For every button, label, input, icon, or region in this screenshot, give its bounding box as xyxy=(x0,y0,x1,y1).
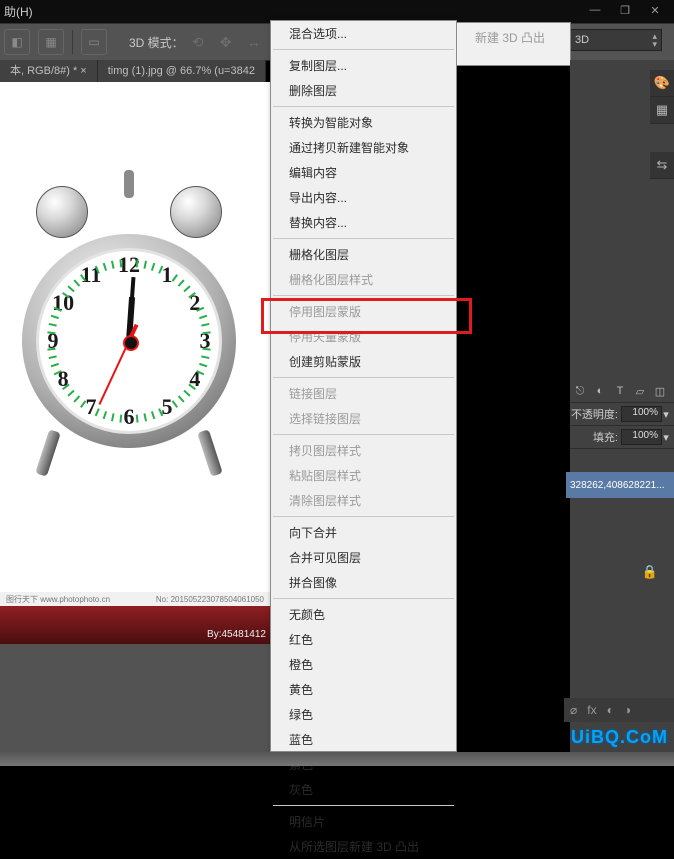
canvas-area: 121234567891011 图行天下 www.photophoto.cn N… xyxy=(0,82,270,752)
fx-icon[interactable]: fx xyxy=(587,703,596,717)
menu-item: 链接图层 xyxy=(271,381,456,406)
bottom-strip xyxy=(0,752,674,766)
smart-icon[interactable]: ◫ xyxy=(652,383,668,399)
tool-icon[interactable]: ◧ xyxy=(4,29,30,55)
watermark-logo: UiBQ.CoM xyxy=(571,727,668,748)
menu-help[interactable]: 助(H) xyxy=(4,3,33,20)
fill-row: 填充: 100% ▾ xyxy=(570,426,674,449)
menu-item[interactable]: 合并可见图层 xyxy=(271,545,456,570)
opacity-input[interactable]: 100% xyxy=(621,406,662,422)
menu-item: 清除图层样式 xyxy=(271,488,456,513)
menu-separator xyxy=(273,377,454,378)
layers-footer: ⌀ fx ◐ ◑ xyxy=(564,698,674,722)
mask-icon[interactable]: ◐ xyxy=(607,703,614,717)
clock-numeral: 5 xyxy=(162,394,173,420)
fx-icon[interactable]: ◐ xyxy=(592,383,608,399)
menu-item[interactable]: 创建剪贴蒙版 xyxy=(271,349,456,374)
menu-item: 栅格化图层样式 xyxy=(271,267,456,292)
menu-item: 拷贝图层样式 xyxy=(271,438,456,463)
menu-item[interactable]: 删除图层 xyxy=(271,78,456,103)
byline: By:45481412 xyxy=(207,629,266,640)
menu-item[interactable]: 橙色 xyxy=(271,652,456,677)
close-button[interactable]: ✕ xyxy=(642,2,668,18)
menu-separator xyxy=(273,295,454,296)
menu-item: 选择链接图层 xyxy=(271,406,456,431)
chevron-down-icon[interactable]: ▾ xyxy=(662,431,670,444)
menu-item[interactable]: 向下合并 xyxy=(271,520,456,545)
fill-label: 填充: xyxy=(593,429,618,445)
menu-item[interactable]: 明信片 xyxy=(271,809,456,834)
dropdown-value: 3D xyxy=(575,34,589,46)
mode-label: 3D 模式： xyxy=(129,34,184,51)
document-tab[interactable]: 本, RGB/8#) * × xyxy=(0,60,98,82)
adjust-icon[interactable]: ◑ xyxy=(624,703,631,717)
link-icon[interactable]: ⌀ xyxy=(570,703,577,717)
type-icon[interactable]: T xyxy=(612,383,628,399)
slide-icon[interactable]: ↔ xyxy=(243,31,265,53)
menu-item[interactable]: 转换为智能对象 xyxy=(271,110,456,135)
orbit-icon[interactable]: ⟲ xyxy=(187,31,209,53)
menu-item[interactable]: 拼合图像 xyxy=(271,570,456,595)
menu-separator xyxy=(273,434,454,435)
watermark-serial: No: 201505223078504061050 xyxy=(156,595,264,604)
panel-icon-strip: ⇆ xyxy=(650,152,674,179)
layers-panel: ⎋ ◐ T ▱ ◫ 不透明度: 100% ▾ 填充: 100% ▾ xyxy=(570,380,674,449)
menu-item[interactable]: 蓝色 xyxy=(271,727,456,752)
submenu[interactable]: 新建 3D 凸出 xyxy=(456,22,571,66)
adjust-icon[interactable]: ⇆ xyxy=(650,152,674,179)
menu-separator xyxy=(273,49,454,50)
layer-selected[interactable]: 328262,408628221... xyxy=(566,472,674,498)
context-menu[interactable]: 混合选项... 复制图层...删除图层转换为智能对象通过拷贝新建智能对象编辑内容导… xyxy=(270,20,457,752)
menu-item[interactable]: 从所选图层新建 3D 凸出 xyxy=(271,834,456,859)
menu-separator xyxy=(273,516,454,517)
dropdown-3d[interactable]: 3D ▴▾ xyxy=(568,29,662,51)
menu-item: 停用图层蒙版 xyxy=(271,299,456,324)
canvas-gray xyxy=(0,644,270,752)
grid-icon[interactable]: ▦ xyxy=(650,97,674,124)
document-tab[interactable]: timg (1).jpg @ 66.7% (u=3842 xyxy=(98,60,266,82)
menu-item: 停用矢量蒙版 xyxy=(271,324,456,349)
watermark-bar: 图行天下 www.photophoto.cn No: 2015052230785… xyxy=(0,592,270,606)
tool-icon[interactable]: ▦ xyxy=(38,29,64,55)
menu-item[interactable]: 导出内容... xyxy=(271,185,456,210)
submenu-item: 新建 3D 凸出 xyxy=(457,23,570,50)
clock-numeral: 6 xyxy=(124,404,135,430)
menu-separator xyxy=(273,238,454,239)
maximize-button[interactable]: ❐ xyxy=(612,2,638,18)
minimize-button[interactable]: — xyxy=(582,2,608,18)
tool-icon[interactable]: ▭ xyxy=(81,29,107,55)
swatches-icon[interactable]: 🎨 xyxy=(650,70,674,97)
watermark-site: 图行天下 www.photophoto.cn xyxy=(6,594,110,605)
opacity-row: 不透明度: 100% ▾ xyxy=(570,403,674,426)
menu-item[interactable]: 编辑内容 xyxy=(271,160,456,185)
menu-item[interactable]: 无颜色 xyxy=(271,602,456,627)
panel-icon-strip: 🎨 ▦ xyxy=(650,70,674,124)
menu-separator xyxy=(273,106,454,107)
chevron-updown-icon: ▴▾ xyxy=(652,32,657,48)
shape-icon[interactable]: ▱ xyxy=(632,383,648,399)
pan-icon[interactable]: ✥ xyxy=(215,31,237,53)
lock-icon[interactable]: 🔒 xyxy=(642,564,658,580)
menu-item[interactable]: 红色 xyxy=(271,627,456,652)
document-tabs: 本, RGB/8#) * × timg (1).jpg @ 66.7% (u=3… xyxy=(0,60,266,82)
menu-item[interactable]: 通过拷贝新建智能对象 xyxy=(271,135,456,160)
menu-item[interactable]: 黄色 xyxy=(271,677,456,702)
menu-separator xyxy=(273,598,454,599)
clock-numeral: 11 xyxy=(81,262,102,288)
fill-input[interactable]: 100% xyxy=(621,429,662,445)
menu-separator xyxy=(273,805,454,806)
menu-item: 粘贴图层样式 xyxy=(271,463,456,488)
menu-item[interactable]: 绿色 xyxy=(271,702,456,727)
chevron-down-icon[interactable]: ▾ xyxy=(662,408,670,421)
menu-item[interactable]: 复制图层... xyxy=(271,53,456,78)
layers-toolbar: ⎋ ◐ T ▱ ◫ xyxy=(570,380,674,403)
menu-item[interactable]: 替换内容... xyxy=(271,210,456,235)
menu-item[interactable]: 栅格化图层 xyxy=(271,242,456,267)
opacity-label: 不透明度: xyxy=(571,406,618,422)
menu-item[interactable]: 混合选项... xyxy=(271,21,456,46)
link-icon[interactable]: ⎋ xyxy=(572,383,588,399)
menu-item[interactable]: 灰色 xyxy=(271,777,456,802)
